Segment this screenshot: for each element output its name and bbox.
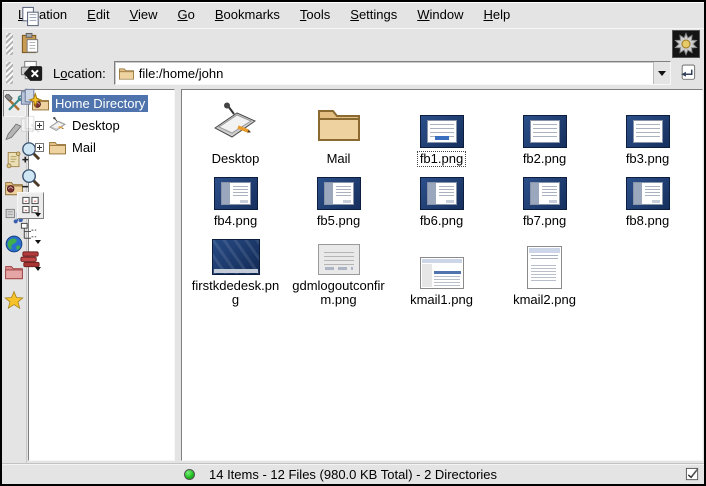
toolbar-grip[interactable] xyxy=(6,33,13,55)
file-label[interactable]: fb5.png xyxy=(314,213,363,229)
file-item[interactable]: Desktop xyxy=(209,100,263,167)
file-item[interactable]: fb4.png xyxy=(211,177,260,229)
locationbar-grip[interactable] xyxy=(6,62,13,84)
location-toolbar: Location: file:/home/john xyxy=(2,58,704,88)
file-item[interactable]: kmail1.png xyxy=(407,239,476,308)
statusbar-flag-icon[interactable] xyxy=(685,467,700,482)
folder-icon xyxy=(118,65,139,82)
file-label[interactable]: fb4.png xyxy=(211,213,260,229)
star-icon xyxy=(4,290,24,310)
image-thumbnail xyxy=(420,177,464,210)
tree-item-label[interactable]: Home Directory xyxy=(52,95,148,112)
zoom-out-button[interactable] xyxy=(17,165,44,192)
paste-icon xyxy=(19,32,42,55)
tree-view-button[interactable] xyxy=(17,219,44,246)
sidebar-tab-bookmarks[interactable] xyxy=(3,286,26,313)
konqueror-window: LocationEditViewGoBookmarksToolsSettings… xyxy=(0,0,706,486)
zoom-out-icon xyxy=(19,167,42,190)
location-input[interactable]: file:/home/john xyxy=(139,66,653,81)
main-area: Home Directory Desktop Mail Desktop Mail fb1… xyxy=(2,88,704,463)
panels-star-icon xyxy=(19,86,42,109)
file-label[interactable]: gdmlogoutconfirm.png xyxy=(289,278,389,308)
file-item[interactable]: firstkdedesk.png xyxy=(186,239,286,308)
image-thumbnail xyxy=(318,244,360,275)
tree-expander-icon[interactable] xyxy=(35,143,44,152)
file-label[interactable]: Mail xyxy=(324,151,354,167)
desktop-icon xyxy=(211,100,259,148)
status-led-icon xyxy=(184,469,195,480)
tree-item-mail[interactable]: Mail xyxy=(31,136,174,158)
file-label[interactable]: fb3.png xyxy=(623,151,672,167)
menu-edit[interactable]: Edit xyxy=(77,3,119,27)
menu-bookmarks[interactable]: Bookmarks xyxy=(205,3,290,27)
dropdown-arrow-icon[interactable] xyxy=(35,267,41,271)
go-button[interactable] xyxy=(675,61,700,86)
file-item[interactable]: kmail2.png xyxy=(510,239,579,308)
panels-star-button[interactable] xyxy=(17,84,44,111)
paste-button[interactable] xyxy=(17,30,44,57)
dropdown-arrow-icon[interactable] xyxy=(35,240,41,244)
image-thumbnail xyxy=(626,177,670,210)
tree-item-label[interactable]: Desktop xyxy=(69,117,123,134)
location-combobox[interactable]: file:/home/john xyxy=(114,61,671,85)
menu-tools[interactable]: Tools xyxy=(290,3,340,27)
image-thumbnail xyxy=(420,257,464,289)
file-item[interactable]: fb8.png xyxy=(623,177,672,229)
file-label[interactable]: fb8.png xyxy=(623,213,672,229)
location-dropdown-arrow-icon[interactable] xyxy=(653,62,670,84)
file-label[interactable]: kmail2.png xyxy=(510,292,579,308)
tree-expander-icon[interactable] xyxy=(35,121,44,130)
list-view-button[interactable] xyxy=(17,246,44,273)
menu-bar: LocationEditViewGoBookmarksToolsSettings… xyxy=(2,2,704,28)
file-item[interactable]: fb6.png xyxy=(417,177,466,229)
file-item[interactable]: fb7.png xyxy=(520,177,569,229)
folder-icon xyxy=(315,100,363,148)
menu-go[interactable]: Go xyxy=(168,3,205,27)
scissors-icon xyxy=(19,0,42,1)
menu-view[interactable]: View xyxy=(120,3,168,27)
file-label[interactable]: kmail1.png xyxy=(407,292,476,308)
file-icon-view[interactable]: Desktop Mail fb1.png fb2.png fb3.png fb4.png f… xyxy=(181,89,703,461)
desktop-icon xyxy=(48,116,67,135)
folder-tree-panel: Home Directory Desktop Mail xyxy=(28,89,175,461)
image-thumbnail xyxy=(317,177,361,210)
status-text: 14 Items - 12 Files (980.0 KB Total) - 2… xyxy=(209,467,671,482)
file-label[interactable]: fb6.png xyxy=(417,213,466,229)
file-item[interactable]: fb3.png xyxy=(623,100,672,167)
main-toolbar xyxy=(2,28,704,58)
file-item[interactable]: fb5.png xyxy=(314,177,363,229)
menu-settings[interactable]: Settings xyxy=(340,3,407,27)
kde-gear-icon[interactable] xyxy=(672,30,700,58)
folder-icon xyxy=(48,138,67,157)
tree-item-desktop[interactable]: Desktop xyxy=(31,114,174,136)
image-thumbnail xyxy=(527,246,562,289)
file-label[interactable]: fb7.png xyxy=(520,213,569,229)
file-item[interactable]: fb2.png xyxy=(520,100,569,167)
file-label[interactable]: fb2.png xyxy=(520,151,569,167)
status-bar: 14 Items - 12 Files (980.0 KB Total) - 2… xyxy=(2,463,704,484)
clear-location-icon[interactable] xyxy=(21,61,45,85)
tree-item-home-directory[interactable]: Home Directory xyxy=(31,92,174,114)
location-label: Location: xyxy=(49,66,110,81)
copy-icon xyxy=(19,5,42,28)
image-thumbnail xyxy=(420,115,464,148)
image-thumbnail xyxy=(214,177,258,210)
menu-window[interactable]: Window xyxy=(407,3,473,27)
tree-item-label[interactable]: Mail xyxy=(69,139,99,156)
menu-help[interactable]: Help xyxy=(474,3,521,27)
image-thumbnail xyxy=(626,115,670,148)
file-item[interactable]: fb1.png xyxy=(417,100,466,167)
file-item[interactable]: Mail xyxy=(315,100,363,167)
image-thumbnail xyxy=(523,115,567,148)
image-thumbnail xyxy=(212,239,260,275)
copy-button[interactable] xyxy=(17,3,44,30)
file-label[interactable]: fb1.png xyxy=(417,151,466,167)
image-thumbnail xyxy=(523,177,567,210)
dropdown-arrow-icon[interactable] xyxy=(35,213,41,217)
file-label[interactable]: Desktop xyxy=(209,151,263,167)
file-item[interactable]: gdmlogoutconfirm.png xyxy=(289,239,389,308)
file-label[interactable]: firstkdedesk.png xyxy=(186,278,286,308)
icon-view-button[interactable] xyxy=(17,192,44,219)
